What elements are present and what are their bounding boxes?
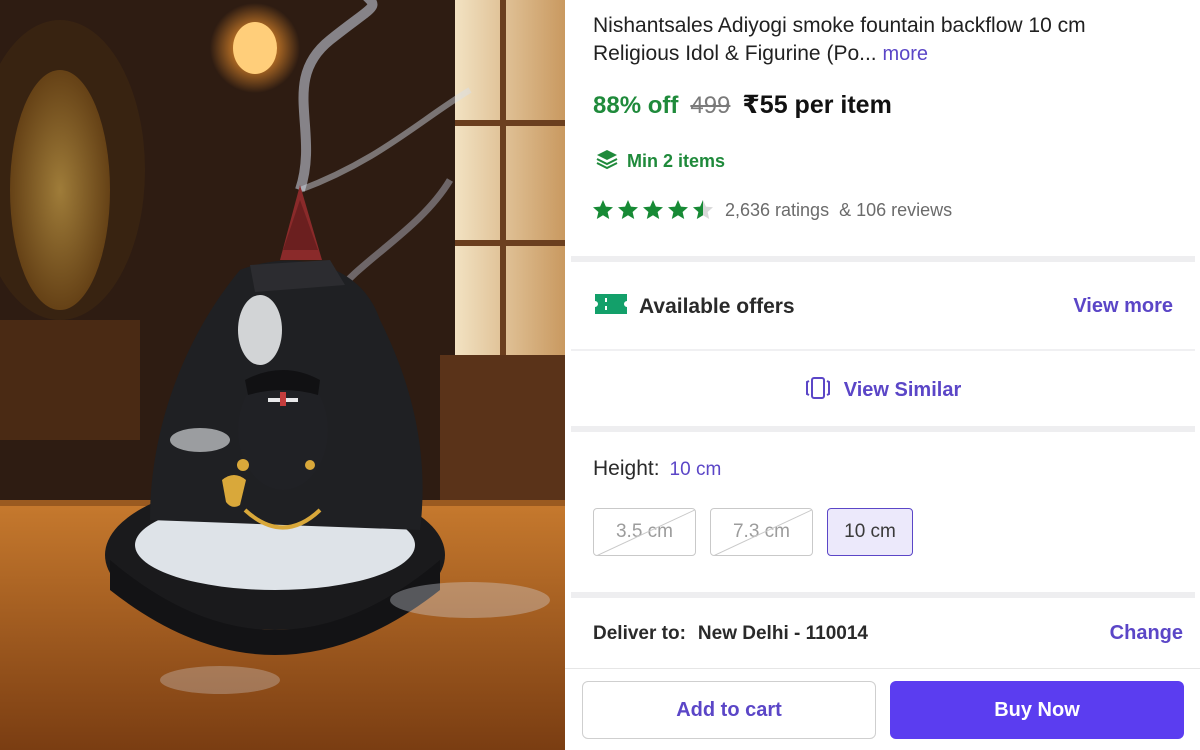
product-details-panel: Nishantsales Adiyogi smoke fountain back… [565,0,1200,750]
height-label: Height: [593,457,660,480]
available-offers-label: Available offers [639,294,795,318]
min-items-label: Min 2 items [627,151,726,171]
ratings-count: 2,636 ratings [725,199,830,220]
height-option-3-5cm[interactable]: 3.5 cm [593,508,696,556]
delivery-location: New Delhi - 110014 [697,622,868,644]
height-option-7-3cm[interactable]: 7.3 cm [710,508,813,556]
product-title: Nishantsales Adiyogi smoke fountain back… [593,12,1153,68]
star-icon [668,200,688,219]
min-items-row: Min 2 items [595,147,725,176]
product-title-text: Nishantsales Adiyogi smoke fountain back… [593,14,1086,65]
section-divider [571,256,1195,262]
rating-row[interactable]: 2,636 ratings & 106 reviews [591,198,952,222]
star-icon [618,200,638,219]
section-divider [571,592,1195,598]
available-offers-row[interactable]: Available offers View more [593,290,1173,323]
price-row: 88% off 499 ₹55 per item [593,90,892,120]
change-location-link[interactable]: Change [1110,622,1183,645]
add-to-cart-button[interactable]: Add to cart [582,681,876,739]
product-image[interactable] [0,0,565,750]
view-similar-label: View Similar [843,379,962,401]
bottom-action-bar: Add to cart Buy Now [565,668,1200,750]
buy-now-button[interactable]: Buy Now [890,681,1184,739]
view-more-offers-link[interactable]: View more [1073,295,1173,318]
discount-badge: 88% off [593,92,679,119]
similar-cards-icon [804,376,832,405]
deliver-to-label: Deliver to: [593,622,686,644]
layers-icon [595,147,619,176]
height-options: 3.5 cm 7.3 cm 10 cm [593,508,913,556]
ticket-icon [593,290,629,323]
section-divider [571,349,1195,351]
selling-price: ₹55 per item [742,91,892,119]
height-option-10cm[interactable]: 10 cm [827,508,913,556]
reviews-count: & 106 reviews [839,199,953,220]
star-rating [591,198,715,222]
delivery-row: Deliver to: New Delhi - 110014 Change [593,622,1183,645]
original-price: 499 [690,92,731,119]
star-half-icon [693,200,713,219]
height-selector-header: Height: 10 cm [593,457,721,481]
height-selected-value: 10 cm [669,459,722,480]
view-similar-button[interactable]: View Similar [565,376,1200,405]
star-icon [593,200,613,219]
star-icon [643,200,663,219]
more-link[interactable]: more [882,43,928,65]
section-divider [571,426,1195,432]
incense-fountain-illustration [0,0,565,750]
